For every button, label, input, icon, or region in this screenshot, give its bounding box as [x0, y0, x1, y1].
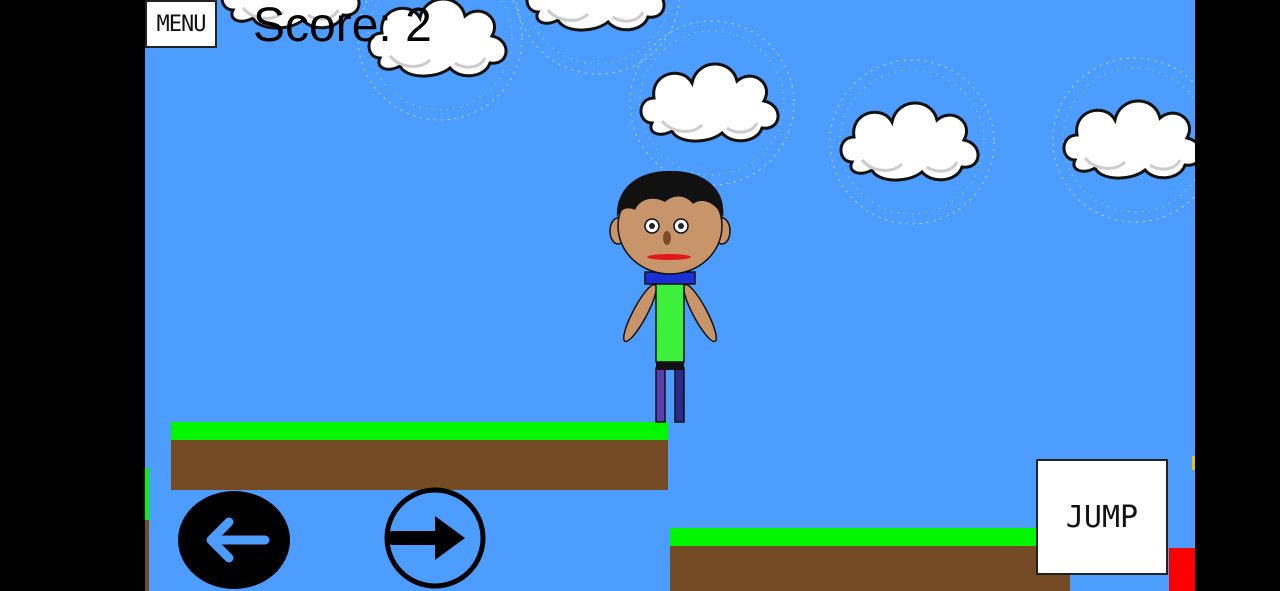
game-viewport: MENU Score: 2 JUMP: [145, 0, 1195, 591]
left-leg: [655, 367, 666, 423]
move-left-button[interactable]: [177, 490, 291, 590]
shirt: [655, 279, 685, 363]
left-arm: [623, 283, 657, 343]
cloud: [629, 20, 795, 186]
cloud: [829, 59, 995, 225]
ground-platform-lower: [670, 528, 1070, 591]
cloud: [515, 0, 681, 75]
ground-platform-left-edge: [145, 468, 149, 591]
score-label: Score:: [253, 0, 392, 52]
cloud: [1052, 57, 1195, 223]
hazard-block: [1169, 548, 1195, 591]
coin-edge: [1192, 456, 1195, 470]
score-value: 2: [405, 0, 432, 52]
arrow-right-icon: [388, 516, 465, 560]
move-right-button[interactable]: [383, 486, 489, 590]
menu-button[interactable]: MENU: [145, 0, 217, 48]
score-display: Score: 2: [253, 0, 432, 54]
right-leg: [674, 367, 685, 423]
player-character: [609, 170, 731, 423]
jump-button[interactable]: JUMP: [1036, 459, 1168, 575]
ground-platform-upper: [171, 422, 668, 490]
right-arm: [683, 283, 717, 343]
